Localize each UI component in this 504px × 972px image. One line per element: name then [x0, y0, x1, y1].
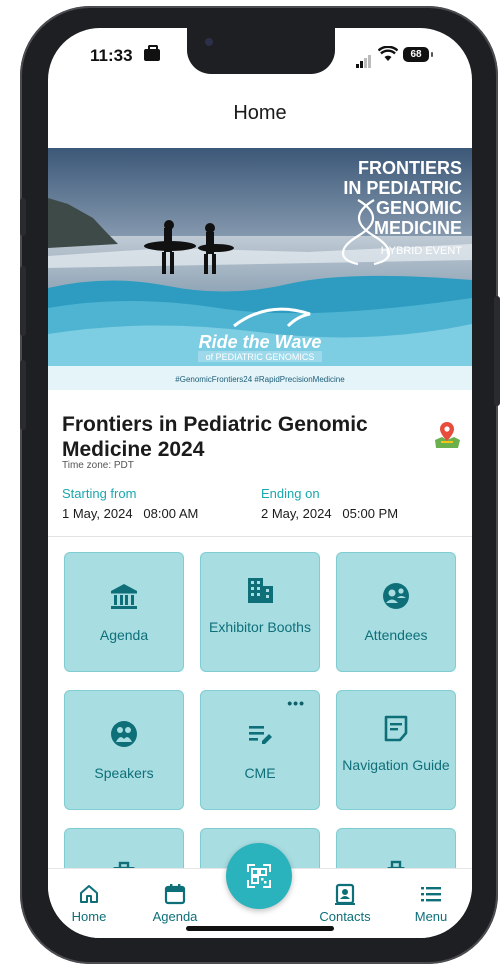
banner-title-line-1: FRONTIERS: [358, 158, 462, 178]
speakers-icon: [65, 719, 183, 749]
tile-exhibitor-booths[interactable]: Exhibitor Booths: [200, 552, 320, 672]
nav-contacts-label: Contacts: [319, 909, 371, 924]
qr-scan-button[interactable]: [226, 843, 292, 909]
attendees-icon: [337, 581, 455, 611]
bank-icon: [65, 581, 183, 611]
banner-hashtags: #GenomicFrontiers24 #RapidPrecisionMedic…: [175, 375, 345, 384]
end-label: Ending on: [261, 486, 320, 501]
nav-agenda-label: Agenda: [152, 909, 198, 924]
tile-label: CME: [244, 765, 276, 781]
guide-icon: [337, 713, 455, 743]
tile-label: Attendees: [364, 627, 428, 643]
battery-icon: 68: [403, 47, 433, 62]
status-time: 11:33: [90, 46, 133, 65]
tile-label: Agenda: [99, 627, 149, 643]
edit-list-icon: [201, 719, 319, 749]
volume-up-button: [20, 266, 26, 336]
divider: [48, 536, 472, 537]
nav-menu-label: Menu: [414, 909, 448, 924]
tile-speakers[interactable]: Speakers: [64, 690, 184, 810]
wifi-icon: [377, 45, 399, 67]
banner-title-line-2: IN PEDIATRIC: [343, 178, 462, 198]
start-datetime: 1 May, 2024 08:00 AM: [62, 506, 199, 521]
work-briefcase-icon: [144, 45, 160, 61]
banner-tagline-sub: of PEDIATRIC GENOMICS: [206, 352, 315, 362]
end-datetime: 2 May, 2024 05:00 PM: [261, 506, 399, 521]
banner-tagline: Ride the Wave: [199, 332, 322, 352]
contacts-icon: [310, 881, 380, 907]
home-indicator: [186, 926, 334, 931]
nav-agenda[interactable]: Agenda: [140, 881, 210, 924]
tile-navigation-guide[interactable]: Navigation Guide: [336, 690, 456, 810]
tile-cme[interactable]: ••• CME: [200, 690, 320, 810]
menu-icon: [396, 881, 466, 907]
page-title: Home: [233, 102, 287, 124]
nav-contacts[interactable]: Contacts: [310, 881, 380, 924]
app-screen: 11:33 68 Home FRONTIERS IN PEDIATRIC GEN…: [48, 28, 472, 938]
building-icon: [201, 575, 319, 605]
event-title: Frontiers in Pediatric Genomic Medicine …: [62, 413, 368, 461]
banner-title-line-4: MEDICINE: [374, 218, 462, 238]
nav-menu[interactable]: Menu: [396, 881, 466, 924]
map-location-icon[interactable]: [432, 420, 462, 450]
notch: [187, 28, 335, 74]
calendar-icon: [140, 881, 210, 907]
event-banner[interactable]: FRONTIERS IN PEDIATRIC GENOMIC MEDICINE …: [48, 148, 472, 390]
qr-code-icon: [247, 864, 271, 888]
tile-label: Speakers: [94, 765, 154, 781]
banner-title-line-3: GENOMIC: [376, 198, 462, 218]
banner-event-type: HYBRID EVENT: [381, 245, 463, 257]
start-label: Starting from: [62, 486, 137, 501]
tile-attendees[interactable]: Attendees: [336, 552, 456, 672]
signal-icon: [356, 50, 372, 68]
tile-label: Exhibitor Booths: [209, 619, 311, 635]
volume-down-button: [20, 360, 26, 430]
nav-home-label: Home: [71, 909, 107, 924]
nav-home[interactable]: Home: [54, 881, 124, 924]
tile-agenda[interactable]: Agenda: [64, 552, 184, 672]
home-icon: [54, 881, 124, 907]
more-options-icon[interactable]: •••: [287, 695, 305, 711]
timezone-label: Time zone: PDT: [62, 460, 134, 471]
tile-label: Navigation Guide: [342, 757, 450, 773]
power-button: [494, 296, 500, 406]
silent-switch: [20, 198, 26, 236]
